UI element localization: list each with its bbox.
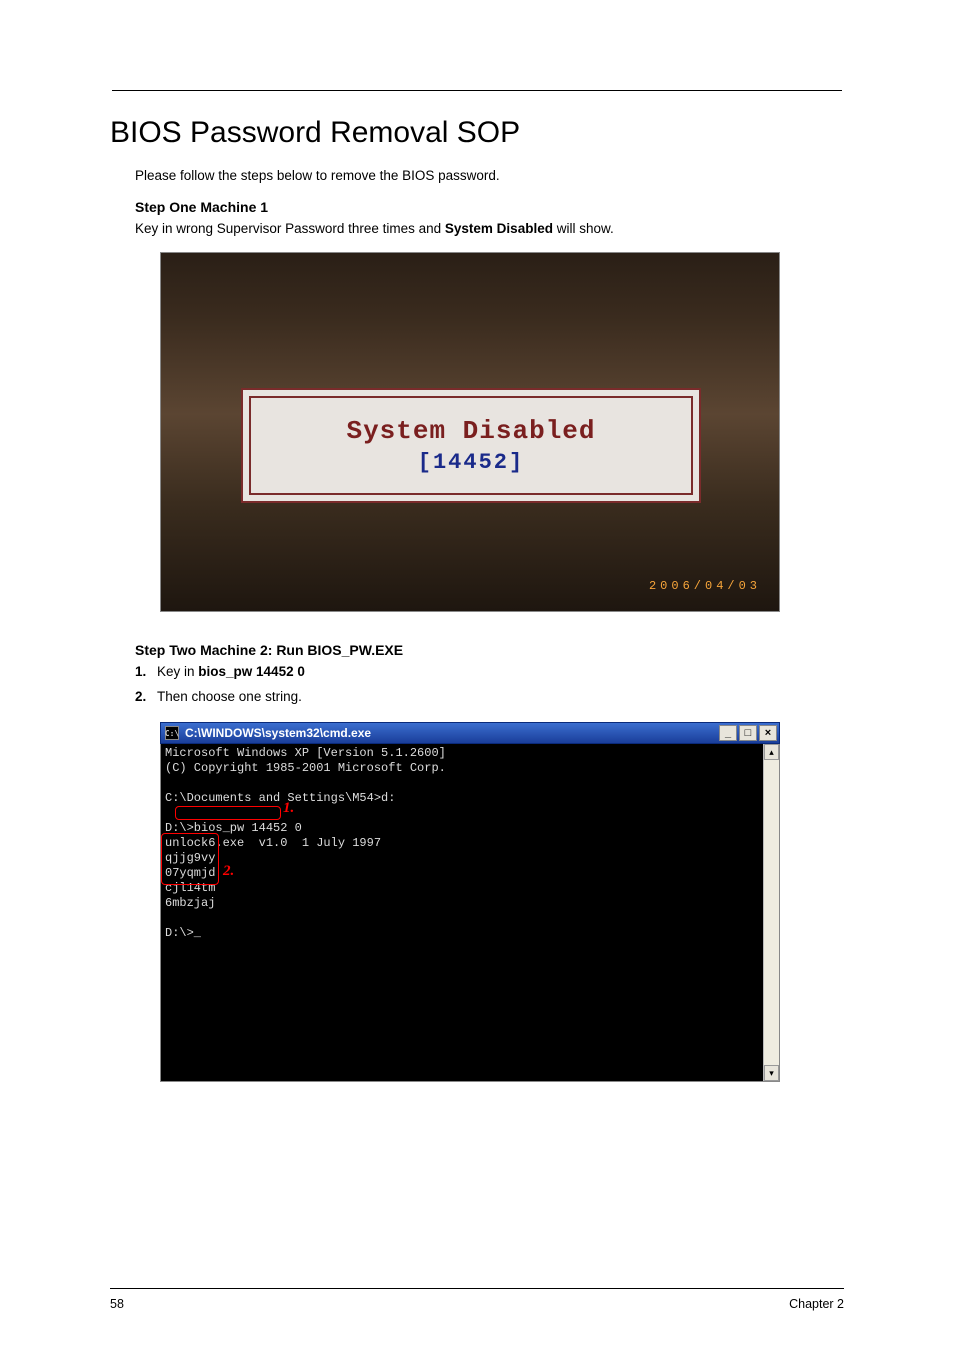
- step-one-desc-pre: Key in wrong Supervisor Password three t…: [135, 221, 445, 236]
- list-num-1: 1.: [135, 664, 157, 679]
- con-l2: (C) Copyright 1985-2001 Microsoft Corp.: [165, 761, 446, 775]
- li1-pre: Key in: [157, 664, 198, 679]
- callout-number-2: 2.: [223, 862, 234, 881]
- close-button[interactable]: ×: [759, 725, 777, 741]
- con-prompt: D:\>_: [165, 926, 201, 940]
- maximize-button[interactable]: □: [739, 725, 757, 741]
- figure-console: C:\ C:\WINDOWS\system32\cmd.exe _ □ × Mi…: [160, 722, 780, 1082]
- step-one-desc-bold: System Disabled: [445, 221, 553, 236]
- intro-text: Please follow the steps below to remove …: [135, 168, 844, 183]
- scrollbar[interactable]: ▴ ▾: [763, 744, 779, 1081]
- list-text-1: Key in bios_pw 14452 0: [157, 664, 844, 679]
- step-one-desc: Key in wrong Supervisor Password three t…: [135, 221, 844, 236]
- list-text-2: Then choose one string.: [157, 689, 844, 704]
- chapter-label: Chapter 2: [789, 1297, 844, 1311]
- page-number: 58: [110, 1297, 124, 1311]
- footer-rule: [110, 1288, 844, 1289]
- console-titlebar: C:\ C:\WINDOWS\system32\cmd.exe _ □ ×: [160, 722, 780, 744]
- system-disabled-dialog: System Disabled [14452]: [241, 388, 701, 503]
- step-one-heading: Step One Machine 1: [135, 199, 844, 215]
- callout-box-1: [175, 806, 281, 820]
- callout-box-2: [161, 833, 219, 885]
- step-two-heading: Step Two Machine 2: Run BIOS_PW.EXE: [135, 642, 844, 658]
- page-title: BIOS Password Removal SOP: [110, 116, 844, 150]
- console-body[interactable]: Microsoft Windows XP [Version 5.1.2600] …: [161, 744, 763, 1081]
- step-one-desc-post: will show.: [553, 221, 614, 236]
- dialog-line-2: [14452]: [418, 450, 524, 475]
- con-l3: C:\Documents and Settings\M54>d:: [165, 791, 395, 805]
- console-title-text: C:\WINDOWS\system32\cmd.exe: [185, 726, 717, 740]
- minimize-button[interactable]: _: [719, 725, 737, 741]
- top-rule: [112, 90, 842, 91]
- li1-bold: bios_pw 14452 0: [198, 664, 305, 679]
- scroll-down-icon[interactable]: ▾: [764, 1065, 779, 1081]
- figure-system-disabled: System Disabled [14452] 2006/04/03: [160, 252, 780, 612]
- callout-number-1: 1.: [283, 799, 294, 818]
- photo-date: 2006/04/03: [649, 579, 761, 593]
- con-s4: 6mbzjaj: [165, 896, 215, 910]
- con-l1: Microsoft Windows XP [Version 5.1.2600]: [165, 746, 446, 760]
- list-num-2: 2.: [135, 689, 157, 704]
- scroll-up-icon[interactable]: ▴: [764, 744, 779, 760]
- footer: 58 Chapter 2: [110, 1297, 844, 1311]
- step-two-list: 1. Key in bios_pw 14452 0 2. Then choose…: [135, 664, 844, 704]
- list-item: 1. Key in bios_pw 14452 0: [135, 664, 844, 679]
- cmd-icon: C:\: [165, 726, 179, 740]
- dialog-line-1: System Disabled: [346, 416, 595, 446]
- li2-pre: Then choose one string.: [157, 689, 302, 704]
- list-item: 2. Then choose one string.: [135, 689, 844, 704]
